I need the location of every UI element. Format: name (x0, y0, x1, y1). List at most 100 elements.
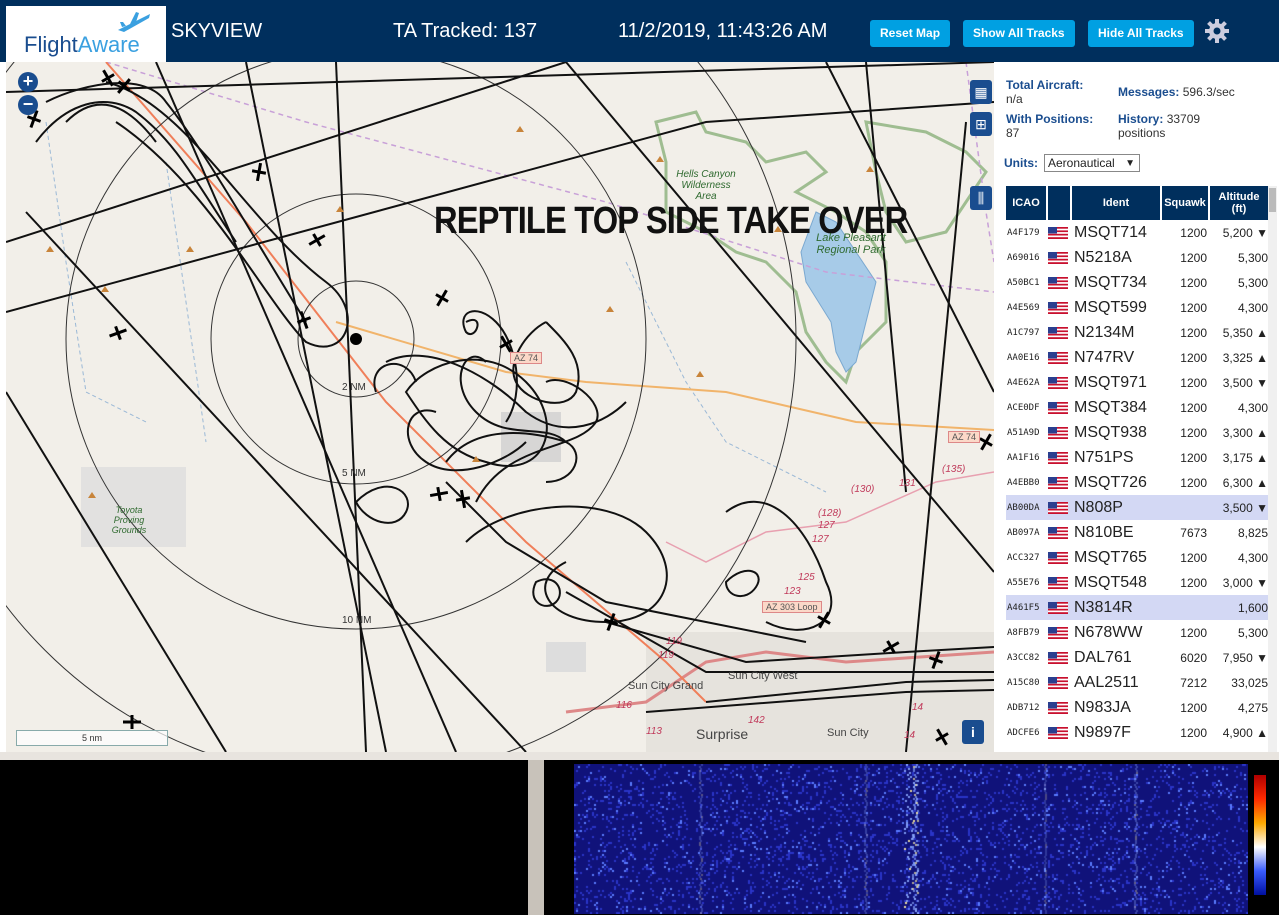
map-view[interactable]: + − ▦ ⊞ ⫼ REPTILE TOP SIDE TAKE OVER 2 N… (6, 62, 994, 752)
squawk-cell: 1200 (1180, 425, 1207, 440)
us-flag-icon (1048, 226, 1072, 240)
info-button[interactable]: i (962, 720, 984, 744)
col-altitude[interactable]: Altitude (ft) (1210, 186, 1270, 220)
table-row[interactable]: A4F179 MSQT714 1200 5,200 ▼ (1006, 220, 1270, 245)
units-select[interactable]: Aeronautical ▼ (1044, 154, 1140, 172)
gear-icon[interactable] (1204, 18, 1230, 44)
squawk-cell: 1200 (1180, 450, 1207, 465)
col-squawk[interactable]: Squawk (1162, 186, 1210, 220)
us-flag-icon (1048, 676, 1072, 690)
ident-cell: N678WW (1074, 623, 1143, 641)
place-sun-city: Sun City (827, 727, 869, 739)
spectrogram-colorbar (1254, 775, 1266, 895)
road-label: 131 (899, 478, 916, 489)
road-label: 14 (912, 702, 924, 713)
icao-cell: A15C80 (1007, 677, 1040, 688)
table-row[interactable]: ADCFE6 N9897F 1200 4,900 ▲ (1006, 720, 1270, 745)
grid-icon[interactable]: ⊞ (970, 112, 992, 136)
map-scale-bar: 5 nm (16, 730, 168, 746)
table-row[interactable]: A50BC1 MSQT734 1200 5,300 (1006, 270, 1270, 295)
altitude-cell: 8,825 (1237, 525, 1268, 540)
col-ident[interactable]: Ident (1072, 186, 1162, 220)
reset-map-button[interactable]: Reset Map (870, 20, 951, 47)
table-row[interactable]: AA1F16 N751PS 1200 3,175 ▲ (1006, 445, 1270, 470)
ident-cell: AAL2511 (1074, 673, 1139, 691)
zoom-in-button[interactable]: + (18, 72, 38, 92)
flightaware-logo[interactable]: FlightAware (6, 6, 166, 62)
table-row[interactable]: A1C797 N2134M 1200 5,350 ▲ (1006, 320, 1270, 345)
altitude-cell: 5,200 ▼ (1222, 225, 1268, 240)
range-label-2nm: 2 NM (342, 382, 366, 393)
road-label: 14 (904, 730, 916, 741)
ident-cell: N810BE (1074, 523, 1134, 541)
altitude-cell: 4,300 (1237, 550, 1268, 565)
table-row[interactable]: A15C80 AAL2511 7212 33,025 (1006, 670, 1270, 695)
ident-cell: DAL761 (1074, 648, 1132, 666)
table-row[interactable]: A461F5 N3814R 1,600 (1006, 595, 1270, 620)
us-flag-icon (1048, 601, 1072, 615)
squawk-cell: 1200 (1180, 375, 1207, 390)
icao-cell: A3CC82 (1007, 652, 1040, 663)
table-row[interactable]: A4E62A MSQT971 1200 3,500 ▼ (1006, 370, 1270, 395)
altitude-cell: 4,900 ▲ (1222, 725, 1268, 740)
road-label: 119 (666, 636, 682, 647)
altitude-cell: 4,300 (1237, 300, 1268, 315)
hide-all-tracks-button[interactable]: Hide All Tracks (1088, 20, 1194, 47)
table-body: A4F179 MSQT714 1200 5,200 ▼ A69016 N5218A 1200… (1006, 220, 1270, 745)
range-label-5nm: 5 NM (342, 468, 366, 479)
tracked-count: TA Tracked: 137 (393, 20, 538, 42)
table-row[interactable]: ACE0DF MSQT384 1200 4,300 (1006, 395, 1270, 420)
us-flag-icon (1048, 701, 1072, 715)
col-flag[interactable] (1048, 186, 1072, 220)
altitude-cell: 7,950 ▼ (1222, 650, 1268, 665)
scrollbar-thumb[interactable] (1269, 188, 1276, 212)
map-layers-icon[interactable]: ▦ (970, 80, 992, 104)
road-label: 127 (818, 520, 835, 531)
us-flag-icon (1048, 351, 1072, 365)
table-row[interactable]: A55E76 MSQT548 1200 3,000 ▼ (1006, 570, 1270, 595)
squawk-cell: 1200 (1180, 700, 1207, 715)
show-all-tracks-button[interactable]: Show All Tracks (963, 20, 1075, 47)
place-hells-canyon: Hells Canyon Wilderness Area (676, 169, 736, 202)
pane-separator[interactable] (528, 760, 544, 915)
icao-cell: A8FB79 (1007, 627, 1040, 638)
road-label: 113 (646, 726, 662, 737)
altitude-cell: 3,325 ▲ (1222, 350, 1268, 365)
altitude-cell: 5,300 (1237, 250, 1268, 265)
table-row[interactable]: A4E569 MSQT599 1200 4,300 (1006, 295, 1270, 320)
table-row[interactable]: A69016 N5218A 1200 5,300 (1006, 245, 1270, 270)
road-label: 127 (812, 534, 829, 545)
squawk-cell: 1200 (1180, 550, 1207, 565)
table-row[interactable]: A3CC82 DAL761 6020 7,950 ▼ (1006, 645, 1270, 670)
squawk-cell: 1200 (1180, 275, 1207, 290)
icao-cell: AB00DA (1007, 502, 1040, 513)
table-row[interactable]: ACC327 MSQT765 1200 4,300 (1006, 545, 1270, 570)
columns-icon[interactable]: ⫼ (970, 186, 992, 210)
place-surprise: Surprise (696, 726, 749, 742)
ident-cell: MSQT726 (1074, 473, 1147, 491)
icao-cell: ACC327 (1007, 552, 1040, 563)
table-row[interactable]: ADB712 N983JA 1200 4,275 (1006, 695, 1270, 720)
ident-cell: N2134M (1074, 323, 1135, 341)
altitude-cell: 5,350 ▲ (1222, 325, 1268, 340)
zoom-out-button[interactable]: − (18, 95, 38, 115)
table-row[interactable]: A8FB79 N678WW 1200 5,300 (1006, 620, 1270, 645)
squawk-cell: 1200 (1180, 400, 1207, 415)
ident-cell: N5218A (1074, 248, 1132, 266)
pane-divider[interactable] (0, 752, 1279, 760)
ident-cell: MSQT599 (1074, 298, 1147, 316)
squawk-cell: 1200 (1180, 625, 1207, 640)
table-row[interactable]: AB097A N810BE 7673 8,825 (1006, 520, 1270, 545)
table-row[interactable]: AA0E16 N747RV 1200 3,325 ▲ (1006, 345, 1270, 370)
map-canvas[interactable] (6, 62, 994, 752)
col-icao[interactable]: ICAO (1006, 186, 1048, 220)
table-row[interactable]: A51A9D MSQT938 1200 3,300 ▲ (1006, 420, 1270, 445)
table-row[interactable]: AB00DA N808P 3,500 ▼ (1006, 495, 1270, 520)
squawk-cell: 1200 (1180, 725, 1207, 740)
altitude-cell: 6,300 ▲ (1222, 475, 1268, 490)
table-scrollbar[interactable] (1268, 186, 1277, 752)
place-toyota: Toyota Proving Grounds (111, 505, 147, 535)
table-row[interactable]: A4EBB0 MSQT726 1200 6,300 ▲ (1006, 470, 1270, 495)
icao-cell: ADCFE6 (1007, 727, 1040, 738)
logo-text-flight: Flight (24, 32, 78, 57)
